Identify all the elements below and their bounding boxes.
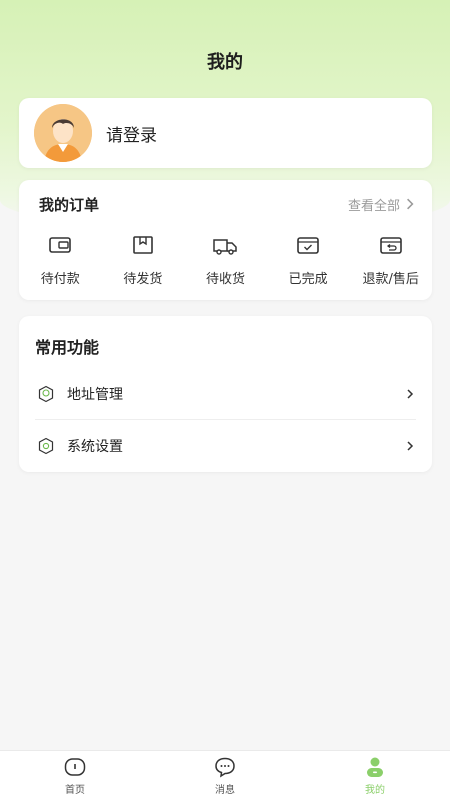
order-item-refund[interactable]: 退款/售后 — [351, 232, 431, 292]
login-prompt[interactable]: 请登录 — [106, 121, 157, 146]
settings-icon — [38, 437, 54, 455]
tab-home[interactable]: 首页 — [35, 755, 115, 796]
order-item-completed[interactable]: 已完成 — [268, 232, 348, 292]
bottom-tab-bar: 首页 消息 我的 — [0, 750, 450, 800]
order-status-row: 待付款 待发货 待收货 已完成 退款/售后 — [19, 232, 432, 292]
order-item-pending-shipment[interactable]: 待发货 — [103, 232, 183, 292]
orders-header: 我的订单 查看全部 — [39, 194, 416, 214]
message-icon — [215, 757, 235, 778]
functions-title: 常用功能 — [35, 338, 100, 357]
function-item-label: 地址管理 — [67, 386, 123, 403]
tab-label: 我的 — [365, 785, 385, 796]
page-title: 我的 — [207, 52, 243, 73]
tab-label: 消息 — [215, 785, 235, 796]
check-bag-icon — [297, 237, 319, 254]
location-icon — [38, 385, 54, 402]
order-item-label: 待发货 — [123, 272, 163, 287]
chevron-right-icon — [407, 388, 414, 399]
chevron-right-icon — [407, 441, 414, 451]
order-item-pending-receipt[interactable]: 待收货 — [185, 232, 265, 292]
tab-profile[interactable]: 我的 — [335, 755, 415, 796]
order-item-label: 待付款 — [40, 272, 80, 287]
chevron-right-icon — [407, 198, 414, 210]
function-item-settings[interactable]: 系统设置 — [35, 420, 416, 472]
wallet-icon — [49, 237, 72, 253]
order-item-label: 退款/售后 — [362, 272, 419, 287]
tab-label: 首页 — [65, 785, 85, 796]
function-item-address[interactable]: 地址管理 — [35, 368, 416, 420]
box-icon — [133, 236, 153, 254]
tab-messages[interactable]: 消息 — [185, 755, 265, 796]
order-item-label: 待收货 — [205, 272, 245, 287]
order-item-label: 已完成 — [288, 272, 328, 287]
view-all-label: 查看全部 — [347, 198, 400, 214]
profile-icon — [367, 757, 383, 777]
refund-icon — [379, 237, 402, 254]
user-avatar-icon — [34, 104, 92, 162]
login-card[interactable]: 请登录 — [19, 98, 432, 168]
common-functions-card: 常用功能 地址管理 系统设置 — [19, 316, 432, 472]
view-all-orders-link[interactable]: 查看全部 — [348, 195, 416, 214]
order-item-pending-payment[interactable]: 待付款 — [20, 232, 100, 292]
function-item-label: 系统设置 — [67, 439, 123, 455]
orders-card: 我的订单 查看全部 待付款 待发货 待收货 已完成 退款/售后 — [19, 180, 432, 300]
truck-icon — [213, 239, 238, 255]
home-icon — [64, 758, 86, 776]
orders-title: 我的订单 — [39, 195, 100, 214]
